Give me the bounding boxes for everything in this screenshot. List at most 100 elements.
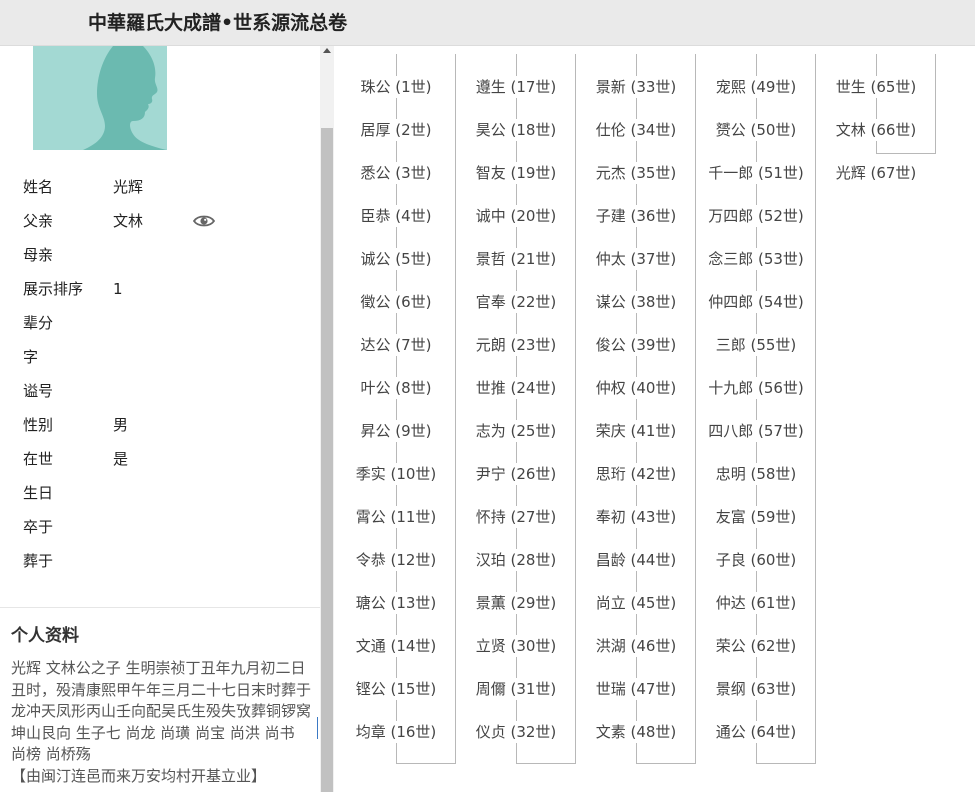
lineage-generation-item[interactable]: 奉初 (43世)	[581, 506, 691, 528]
lineage-generation-item[interactable]: 文素 (48世)	[581, 721, 691, 743]
field-label: 字	[23, 348, 39, 366]
lineage-generation-item[interactable]: 官奉 (22世)	[461, 291, 571, 313]
lineage-generation-item[interactable]: 诚中 (20世)	[461, 205, 571, 227]
lineage-generation-item[interactable]: 昌龄 (44世)	[581, 549, 691, 571]
lineage-generation-item[interactable]: 仕伦 (34世)	[581, 119, 691, 141]
lineage-generation-item[interactable]: 世推 (24世)	[461, 377, 571, 399]
field-label: 生日	[23, 484, 54, 502]
lineage-generation-item[interactable]: 光辉 (67世)	[821, 162, 931, 184]
lineage-generation-item[interactable]: 元杰 (35世)	[581, 162, 691, 184]
lineage-generation-item[interactable]: 宠熙 (49世)	[701, 76, 811, 98]
field-label: 谥号	[23, 382, 54, 400]
field-value: 文林	[113, 212, 144, 230]
lineage-generation-item[interactable]: 立贤 (30世)	[461, 635, 571, 657]
lineage-generation-item[interactable]: 智友 (19世)	[461, 162, 571, 184]
lineage-generation-item[interactable]: 通公 (64世)	[701, 721, 811, 743]
avatar-silhouette	[33, 46, 167, 150]
field-value: 是	[113, 450, 129, 468]
lineage-generation-item[interactable]: 世生 (65世)	[821, 76, 931, 98]
section-divider	[0, 607, 320, 608]
field-label: 辈分	[23, 314, 54, 332]
lineage-generation-item[interactable]: 千一郎 (51世)	[701, 162, 811, 184]
lineage-generation-item[interactable]: 俊公 (39世)	[581, 334, 691, 356]
field-label: 在世	[23, 450, 54, 468]
silhouette-avatar-icon	[33, 46, 167, 150]
field-value: 光辉	[113, 178, 144, 196]
left-panel-scrollbar[interactable]	[320, 46, 334, 792]
lineage-generation-item[interactable]: 周儞 (31世)	[461, 678, 571, 700]
lineage-generation-item[interactable]: 令恭 (12世)	[341, 549, 451, 571]
profile-heading: 个人资料	[11, 626, 79, 646]
field-value: 1	[113, 280, 123, 298]
lineage-generation-item[interactable]: 均章 (16世)	[341, 721, 451, 743]
lineage-generation-item[interactable]: 昊公 (18世)	[461, 119, 571, 141]
lineage-generation-item[interactable]: 仲太 (37世)	[581, 248, 691, 270]
lineage-generation-item[interactable]: 徵公 (6世)	[341, 291, 451, 313]
bio-note: 【由闽汀连邑而来万安均村开基立业】	[11, 766, 267, 785]
lineage-generation-item[interactable]: 瑭公 (13世)	[341, 592, 451, 614]
lineage-generation-item[interactable]: 臣恭 (4世)	[341, 205, 451, 227]
lineage-generation-item[interactable]: 文林 (66世)	[821, 119, 931, 141]
field-label: 父亲	[23, 212, 54, 230]
field-label: 性别	[23, 416, 54, 434]
lineage-generation-item[interactable]: 诚公 (5世)	[341, 248, 451, 270]
lineage-generation-item[interactable]: 念三郎 (53世)	[701, 248, 811, 270]
lineage-generation-item[interactable]: 洪湖 (46世)	[581, 635, 691, 657]
lineage-generation-item[interactable]: 赟公 (50世)	[701, 119, 811, 141]
bio-text: 光辉 文林公之子 生明崇祯丁丑年九月初二日丑时，殁清康熙甲午年三月二十七日末时葬…	[11, 659, 312, 763]
lineage-generation-item[interactable]: 铿公 (15世)	[341, 678, 451, 700]
lineage-generation-item[interactable]: 文通 (14世)	[341, 635, 451, 657]
lineage-generation-item[interactable]: 悉公 (3世)	[341, 162, 451, 184]
lineage-generation-item[interactable]: 思珩 (42世)	[581, 463, 691, 485]
field-label: 母亲	[23, 246, 54, 264]
lineage-generation-item[interactable]: 志为 (25世)	[461, 420, 571, 442]
lineage-connector	[756, 54, 816, 764]
lineage-generation-item[interactable]: 珠公 (1世)	[341, 76, 451, 98]
lineage-generation-item[interactable]: 叶公 (8世)	[341, 377, 451, 399]
lineage-generation-item[interactable]: 尹宁 (26世)	[461, 463, 571, 485]
lineage-generation-item[interactable]: 昇公 (9世)	[341, 420, 451, 442]
lineage-generation-item[interactable]: 仲达 (61世)	[701, 592, 811, 614]
scroll-up-arrow-icon[interactable]	[323, 48, 331, 53]
scrollbar-thumb[interactable]	[321, 128, 333, 792]
lineage-generation-item[interactable]: 景哲 (21世)	[461, 248, 571, 270]
lineage-generation-item[interactable]: 仪贞 (32世)	[461, 721, 571, 743]
lineage-generation-item[interactable]: 十九郎 (56世)	[701, 377, 811, 399]
lineage-generation-item[interactable]: 达公 (7世)	[341, 334, 451, 356]
profile-bio: 光辉 文林公之子 生明崇祯丁丑年九月初二日丑时，殁清康熙甲午年三月二十七日末时葬…	[11, 658, 311, 787]
lineage-generation-item[interactable]: 景纲 (63世)	[701, 678, 811, 700]
field-label: 展示排序	[23, 280, 84, 298]
lineage-generation-item[interactable]: 荣公 (62世)	[701, 635, 811, 657]
field-label: 葬于	[23, 552, 54, 570]
lineage-generation-item[interactable]: 友富 (59世)	[701, 506, 811, 528]
eye-icon[interactable]	[193, 213, 215, 229]
lineage-generation-item[interactable]: 景新 (33世)	[581, 76, 691, 98]
lineage-generation-item[interactable]: 子良 (60世)	[701, 549, 811, 571]
lineage-generation-item[interactable]: 景薫 (29世)	[461, 592, 571, 614]
lineage-generation-item[interactable]: 霄公 (11世)	[341, 506, 451, 528]
lineage-generation-item[interactable]: 三郎 (55世)	[701, 334, 811, 356]
lineage-generation-item[interactable]: 万四郎 (52世)	[701, 205, 811, 227]
lineage-generation-item[interactable]: 居厚 (2世)	[341, 119, 451, 141]
lineage-connector	[636, 54, 696, 764]
lineage-generation-item[interactable]: 子建 (36世)	[581, 205, 691, 227]
lineage-generation-item[interactable]: 汉珀 (28世)	[461, 549, 571, 571]
lineage-generation-item[interactable]: 荣庆 (41世)	[581, 420, 691, 442]
lineage-connector	[396, 54, 456, 764]
lineage-generation-item[interactable]: 季实 (10世)	[341, 463, 451, 485]
field-label: 姓名	[23, 178, 54, 196]
lineage-generation-item[interactable]: 忠明 (58世)	[701, 463, 811, 485]
lineage-generation-item[interactable]: 仲权 (40世)	[581, 377, 691, 399]
lineage-generation-item[interactable]: 尚立 (45世)	[581, 592, 691, 614]
lineage-generation-item[interactable]: 仲四郎 (54世)	[701, 291, 811, 313]
lineage-generation-item[interactable]: 遵生 (17世)	[461, 76, 571, 98]
lineage-generation-item[interactable]: 谋公 (38世)	[581, 291, 691, 313]
lineage-generation-item[interactable]: 怀持 (27世)	[461, 506, 571, 528]
page-title: 中華羅氏大成譜•世系源流总卷	[88, 12, 348, 34]
lineage-generation-item[interactable]: 世瑞 (47世)	[581, 678, 691, 700]
field-value: 男	[113, 416, 129, 434]
text-cursor	[317, 717, 318, 739]
lineage-tree: 珠公 (1世) 居厚 (2世) 悉公 (3世) 臣恭 (4世) 诚公 (5世) 徵公 (6…	[334, 46, 975, 792]
lineage-generation-item[interactable]: 元朗 (23世)	[461, 334, 571, 356]
lineage-generation-item[interactable]: 四八郎 (57世)	[701, 420, 811, 442]
